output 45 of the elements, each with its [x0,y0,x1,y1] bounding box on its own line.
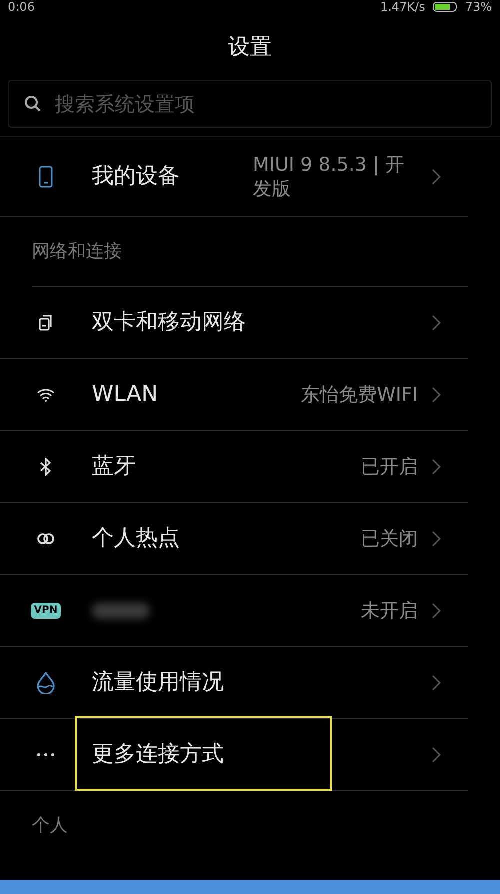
row-label: 更多连接方式 [92,741,224,769]
water-drop-icon [36,672,56,694]
row-label: 个人热点 [92,525,180,553]
chevron-right-icon [432,530,441,546]
row-value: MIUI 9 8.5.3 | 开发版 [253,152,406,200]
settings-row[interactable]: VPN 未开启 [0,575,468,647]
bluetooth-icon [40,458,52,476]
row-value: 未开启 [361,598,418,622]
row-label: 我的设备 [92,163,180,191]
settings-row[interactable]: WLAN 东怡免费WIFI [0,359,468,431]
page-title: 设置 [228,34,272,62]
chevron-right-icon [432,168,441,184]
settings-row[interactable]: 双卡和移动网络 [0,287,468,359]
more-icon [37,752,55,756]
status-time: 0:06 [8,1,35,13]
settings-row[interactable]: 蓝牙 已开启 [0,431,468,503]
settings-row[interactable]: 更多连接方式 [0,719,468,791]
row-label: WLAN [92,381,158,409]
row-value: 已关闭 [361,526,418,550]
settings-row[interactable]: 个人热点 已关闭 [0,503,468,575]
row-label: 蓝牙 [92,453,136,481]
wifi-icon [37,388,55,402]
chevron-right-icon [432,746,441,762]
settings-row[interactable]: 流量使用情况 [0,647,468,719]
battery-icon [433,2,458,12]
battery-percent: 73% [465,1,492,13]
row-value: 东怡免费WIFI [301,382,418,406]
row-label: 双卡和移动网络 [92,309,246,337]
sim-cards-icon [37,314,55,332]
search-icon [24,95,42,113]
phone-icon [39,166,53,188]
search-field[interactable]: 搜索系统设置项 [8,80,492,128]
vpn-icon: VPN [31,602,61,618]
row-label: 流量使用情况 [92,669,224,697]
chevron-right-icon [432,314,441,330]
row-value: 已开启 [361,454,418,478]
settings-row[interactable]: 我的设备 MIUI 9 8.5.3 | 开发版 [0,137,468,217]
chevron-right-icon [432,602,441,618]
chevron-right-icon [432,458,441,474]
section-header: 个人 [32,814,68,838]
network-speed: 1.47K/s [380,1,426,13]
section-header: 网络和连接 [32,240,122,264]
chevron-right-icon [432,674,441,690]
chevron-right-icon [432,386,441,402]
link-rings-icon [37,532,55,544]
